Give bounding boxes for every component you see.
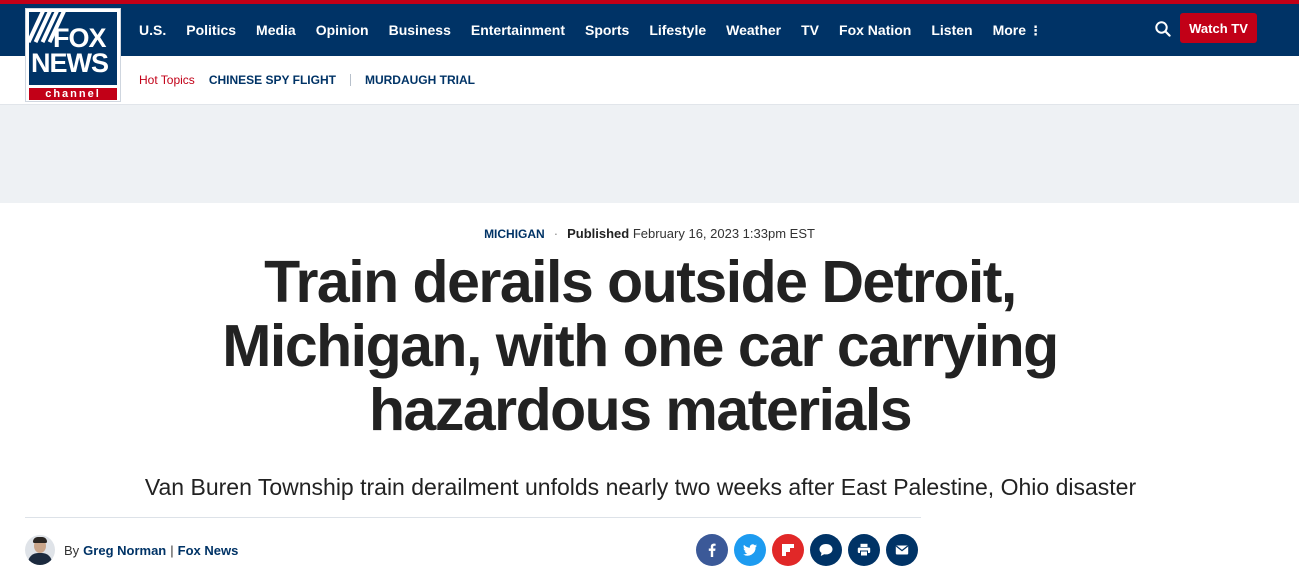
byline-by: By <box>64 542 80 558</box>
more-dots-icon: ⋮ <box>1029 22 1043 38</box>
nav-more-label: More <box>992 21 1027 38</box>
flipboard-icon <box>782 544 794 556</box>
avatar-hair <box>33 537 47 543</box>
email-share-button[interactable] <box>886 534 918 566</box>
meta-dot: · <box>553 226 559 241</box>
topic-divider <box>349 74 351 86</box>
outlet-link[interactable]: Fox News <box>178 543 239 558</box>
nav-item-fox-nation[interactable]: Fox Nation <box>839 22 911 38</box>
logo-channel-text: channel <box>29 88 117 100</box>
facebook-share-button[interactable] <box>696 534 728 566</box>
hot-topics-label: Hot Topics <box>139 73 195 87</box>
nav-item-media[interactable]: Media <box>256 22 296 38</box>
nav-item-tv[interactable]: TV <box>801 22 819 38</box>
topic-link[interactable]: CHINESE SPY FLIGHT <box>209 73 336 87</box>
nav-item-opinion[interactable]: Opinion <box>316 22 369 38</box>
ad-placeholder <box>0 104 1299 203</box>
nav-item-us[interactable]: U.S. <box>139 22 166 38</box>
logo-panel: FOX NEWS <box>29 12 117 85</box>
byline-divider <box>25 517 921 518</box>
comment-button[interactable] <box>810 534 842 566</box>
article-subheadline: Van Buren Township train derailment unfo… <box>144 474 1137 500</box>
fox-news-logo[interactable]: FOX NEWS channel <box>25 8 121 102</box>
nav-item-business[interactable]: Business <box>389 22 451 38</box>
facebook-icon <box>708 543 716 557</box>
nav-item-weather[interactable]: Weather <box>726 22 781 38</box>
search-icon[interactable] <box>1154 20 1172 38</box>
nav-item-more[interactable]: More ⋮ <box>993 22 1042 39</box>
nav-item-politics[interactable]: Politics <box>186 22 236 38</box>
search-icon-glyph <box>1155 21 1171 37</box>
twitter-icon <box>743 544 757 556</box>
article-headline: Train derails outside Detroit, Michigan,… <box>222 249 1059 443</box>
category-link[interactable]: MICHIGAN <box>484 227 545 241</box>
print-icon <box>857 543 871 557</box>
logo-news-text: NEWS <box>31 48 109 78</box>
avatar-body <box>28 553 52 565</box>
comment-icon <box>819 544 833 556</box>
article-meta: MICHIGAN · Published February 16, 2023 1:3… <box>0 226 1299 241</box>
nav-item-listen[interactable]: Listen <box>931 22 972 38</box>
share-buttons <box>696 534 924 566</box>
avatar[interactable] <box>25 535 55 565</box>
flipboard-share-button[interactable] <box>772 534 804 566</box>
print-button[interactable] <box>848 534 880 566</box>
author-row: By Greg Norman | Fox News <box>25 534 238 566</box>
byline-separator: | <box>170 542 174 558</box>
watch-tv-button[interactable]: Watch TV <box>1180 13 1257 43</box>
twitter-share-button[interactable] <box>734 534 766 566</box>
byline: By Greg Norman | Fox News <box>64 543 238 558</box>
nav-item-entertainment[interactable]: Entertainment <box>471 22 565 38</box>
topic-link[interactable]: MURDAUGH TRIAL <box>365 73 475 87</box>
published-label: Published <box>567 226 630 241</box>
published-date: February 16, 2023 1:33pm EST <box>632 226 815 241</box>
nav-item-sports[interactable]: Sports <box>585 22 629 38</box>
author-link[interactable]: Greg Norman <box>83 543 166 558</box>
primary-nav: U.S. Politics Media Opinion Business Ent… <box>139 4 1062 56</box>
email-icon <box>895 545 909 555</box>
nav-item-lifestyle[interactable]: Lifestyle <box>649 22 706 38</box>
hot-topics-bar: Hot Topics CHINESE SPY FLIGHT MURDAUGH T… <box>139 72 475 88</box>
